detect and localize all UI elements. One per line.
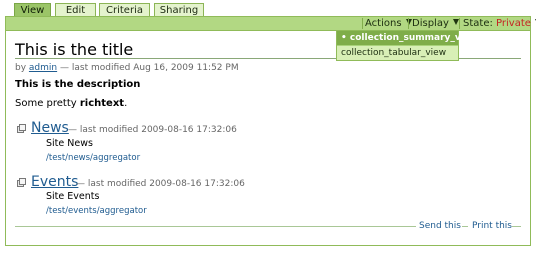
collection-icon	[17, 124, 26, 133]
listing-description: Site Events	[46, 191, 100, 202]
byline-prefix: by	[15, 63, 27, 73]
document-byline: by admin — last modified Aug 16, 2009 11…	[15, 63, 239, 73]
tab-edit[interactable]: Edit	[55, 3, 96, 17]
display-menu-label: Display	[412, 18, 449, 29]
menu-item-label: collection_tabular_view	[341, 48, 447, 58]
body-text-prefix: Some pretty	[15, 98, 80, 109]
tab-criteria[interactable]: Criteria	[99, 3, 150, 17]
tab-edit-label: Edit	[65, 5, 86, 16]
listing-title-events[interactable]: Events	[31, 174, 78, 190]
send-this-link[interactable]: Send this	[416, 221, 464, 231]
listing-url-events[interactable]: /test/events/aggregator	[46, 206, 147, 216]
listing-title-news[interactable]: News	[31, 120, 69, 136]
listing-url-news[interactable]: /test/news/aggregator	[46, 153, 140, 163]
menu-item-collection-tabular-view[interactable]: collection_tabular_view	[337, 46, 458, 60]
bar-separator	[408, 18, 409, 29]
display-dropdown-arrow-icon	[452, 19, 459, 25]
state-value: Private	[496, 18, 531, 29]
author-link[interactable]: admin	[29, 63, 57, 73]
print-this-link[interactable]: Print this	[469, 221, 515, 231]
collection-icon	[17, 178, 26, 187]
document-description: This is the description	[15, 79, 141, 90]
display-menu[interactable]: Display	[412, 17, 459, 30]
body-text-bold: richtext	[79, 98, 125, 109]
document-body: Some pretty richtext.	[15, 98, 127, 109]
tab-sharing[interactable]: Sharing	[154, 3, 204, 17]
state-menu[interactable]: State: Private	[463, 17, 536, 30]
selected-bullet-icon: •	[341, 33, 347, 43]
footer-divider	[462, 226, 468, 227]
page-title: This is the title	[15, 40, 134, 59]
footer-divider	[512, 226, 521, 227]
bar-separator	[459, 18, 460, 29]
menu-item-collection-summary-view[interactable]: • collection_summary_view	[337, 31, 478, 45]
footer-divider	[15, 226, 416, 227]
actions-menu[interactable]: Actions	[365, 17, 412, 30]
display-dropdown: • collection_summary_view collection_tab…	[336, 30, 478, 61]
tab-criteria-label: Criteria	[106, 5, 143, 16]
listing-modified: — last modified 2009-08-16 17:32:06	[76, 179, 245, 189]
menu-item-label: collection_summary_view	[349, 33, 479, 43]
tab-sharing-label: Sharing	[159, 5, 199, 16]
bar-separator	[362, 18, 363, 29]
listing-description: Site News	[46, 138, 93, 149]
page: View Edit Criteria Sharing Actions Displ…	[0, 0, 536, 267]
body-text-suffix: .	[124, 98, 128, 109]
content-actions-bar: Actions Display State: Private	[5, 16, 536, 31]
listing-modified: — last modified 2009-08-16 17:32:06	[68, 125, 237, 135]
actions-menu-label: Actions	[365, 18, 402, 29]
state-menu-label: State:	[463, 18, 493, 29]
tab-view-label: View	[20, 5, 45, 16]
byline-modified: — last modified Aug 16, 2009 11:52 PM	[60, 63, 239, 73]
